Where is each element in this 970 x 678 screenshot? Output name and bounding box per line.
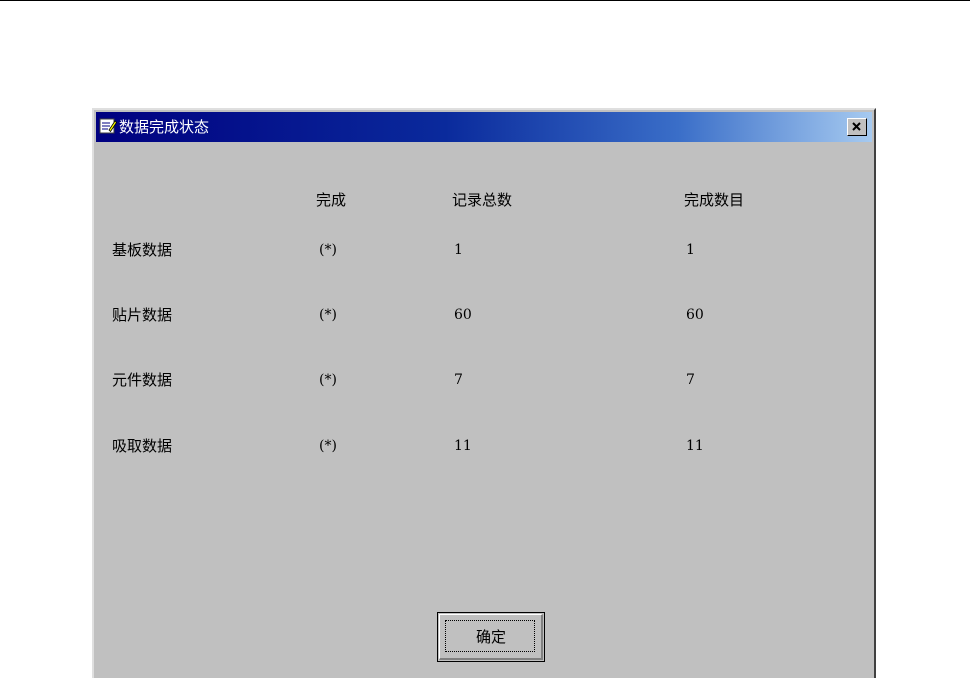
header-total-records: 记录总数 [452,191,513,209]
row-completed: 60 [686,307,704,323]
row-label-placement: 贴片数据 [112,306,173,324]
row-total: 60 [454,307,472,323]
close-icon [852,122,861,131]
row-done-mark: (*) [319,438,337,454]
close-button[interactable] [847,118,867,136]
row-completed: 7 [686,372,695,388]
top-divider [0,0,970,1]
row-done-mark: (*) [319,372,337,388]
data-completion-dialog: 数据完成状态 完成 记录总数 完成数目 基板数据 (*) 1 1 贴片数据 (*… [92,108,876,678]
header-done: 完成 [316,191,347,209]
row-label-pickup: 吸取数据 [112,437,173,455]
row-done-mark: (*) [319,307,337,323]
edit-window-icon [99,117,118,135]
title-bar[interactable]: 数据完成状态 [96,112,872,142]
row-label-substrate: 基板数据 [112,241,173,259]
row-done-mark: (*) [319,242,337,258]
ok-button[interactable]: 确定 [437,612,545,662]
header-completed-count: 完成数目 [684,191,745,209]
row-label-component: 元件数据 [112,371,173,389]
row-total: 11 [454,438,472,454]
row-completed: 11 [686,438,704,454]
row-total: 1 [454,242,463,258]
row-total: 7 [454,372,463,388]
row-completed: 1 [686,242,695,258]
window-title: 数据完成状态 [119,118,210,136]
ok-button-label: 确定 [475,628,506,646]
